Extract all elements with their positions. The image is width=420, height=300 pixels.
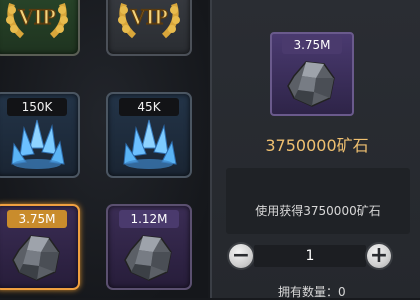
- inventory-slot-crystal-150k[interactable]: 150K: [0, 92, 80, 178]
- item-count-badge: 3.75M: [282, 36, 342, 54]
- item-title: 3750000矿石: [265, 136, 369, 155]
- item-count-badge: 3.75M: [7, 210, 67, 228]
- vip-text: VIP: [130, 4, 168, 29]
- inventory-grid: VIP VIP 150K 45K 3.75M 1.12M: [0, 0, 208, 298]
- inventory-slot-ore-3.75m[interactable]: 3.75M: [0, 204, 80, 290]
- vip-text: VIP: [18, 4, 56, 29]
- inventory-slot-ore-1.12m[interactable]: 1.12M: [106, 204, 192, 290]
- ore-icon: [284, 56, 340, 114]
- ore-icon: [121, 230, 177, 288]
- crystal-icon: [120, 118, 178, 174]
- item-description: 使用获得3750000矿石: [255, 204, 381, 218]
- owned-label: 拥有数量：: [278, 285, 339, 299]
- owned-value: 0: [338, 285, 346, 299]
- increase-quantity-button[interactable]: +: [367, 244, 391, 268]
- item-description-box: 使用获得3750000矿石: [226, 168, 410, 234]
- item-count-badge: 1.12M: [119, 210, 179, 228]
- vip-laurel-icon: VIP: [116, 0, 182, 44]
- crystal-icon: [8, 118, 66, 174]
- vip-laurel-icon: VIP: [4, 0, 70, 44]
- inventory-slot-vip-2[interactable]: VIP: [106, 0, 192, 56]
- owned-count: 拥有数量：0: [278, 283, 346, 300]
- inventory-slot-vip-1[interactable]: VIP: [0, 0, 80, 56]
- item-count-badge: 150K: [7, 98, 67, 116]
- inventory-slot-crystal-45k[interactable]: 45K: [106, 92, 192, 178]
- quantity-field[interactable]: 1: [254, 245, 366, 267]
- decrease-quantity-button[interactable]: −: [229, 244, 253, 268]
- item-count-badge: 45K: [119, 98, 179, 116]
- selected-item-preview: 3.75M: [270, 32, 354, 116]
- ore-icon: [9, 230, 65, 288]
